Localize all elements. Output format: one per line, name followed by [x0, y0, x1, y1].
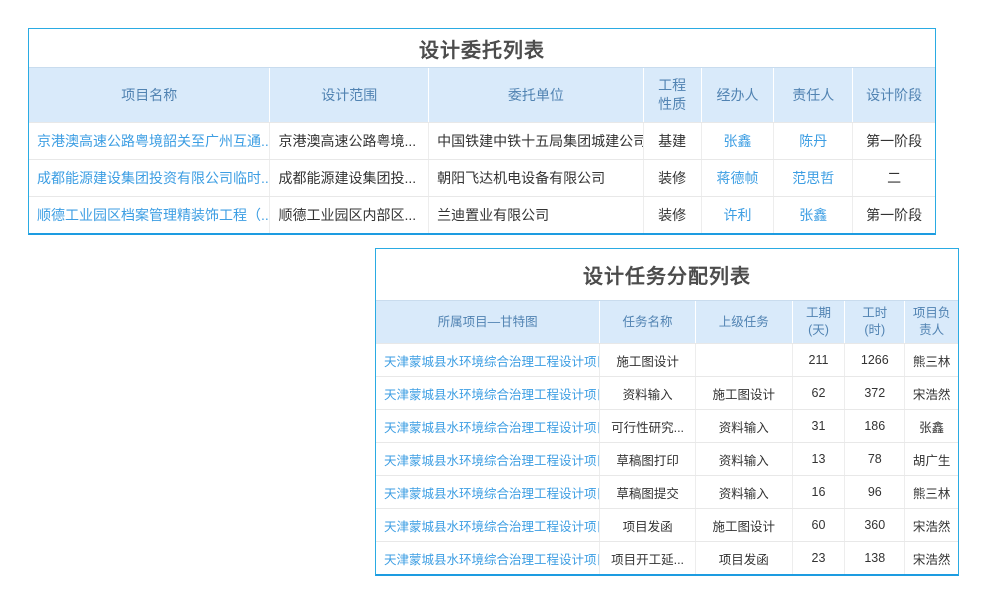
task-table-header: 所属项目—甘特图 任务名称 上级任务 工期 (天) 工时 (时) 项目负 责人 [376, 301, 958, 343]
project-owner-cell: 胡广生 [905, 443, 958, 475]
project-owner-cell: 宋浩然 [905, 509, 958, 541]
design-stage-cell: 第一阶段 [853, 123, 935, 159]
project-nature-cell: 装修 [644, 160, 702, 196]
commission-table-body: 京港澳高速公路粤境韶关至广州互通... 京港澳高速公路粤境... 中国铁建中铁十… [29, 122, 935, 233]
table-row: 天津蒙城县水环境综合治理工程设计项目 资料输入 施工图设计 62 372 宋浩然 [376, 376, 958, 409]
table-row: 天津蒙城县水环境综合治理工程设计项目 草稿图打印 资料输入 13 78 胡广生 [376, 442, 958, 475]
design-stage-cell: 二 [853, 160, 935, 196]
table-row: 成都能源建设集团投资有限公司临时... 成都能源建设集团投... 朝阳飞达机电设… [29, 159, 935, 196]
duration-days-cell: 31 [793, 410, 846, 442]
design-scope-cell: 京港澳高速公路粤境... [270, 123, 429, 159]
column-header-responsible: 责任人 [774, 68, 853, 122]
commission-table-title: 设计委托列表 [29, 29, 935, 68]
parent-project-link[interactable]: 天津蒙城县水环境综合治理工程设计项目 [376, 443, 600, 475]
handler-link[interactable]: 张鑫 [702, 123, 775, 159]
design-stage-cell: 第一阶段 [853, 197, 935, 233]
task-name-cell: 草稿图打印 [600, 443, 696, 475]
work-hours-cell: 78 [845, 443, 905, 475]
parent-project-link[interactable]: 天津蒙城县水环境综合治理工程设计项目 [376, 476, 600, 508]
work-hours-cell: 96 [845, 476, 905, 508]
design-task-assignment-table: 设计任务分配列表 所属项目—甘特图 任务名称 上级任务 工期 (天) 工时 (时… [375, 248, 959, 576]
table-row: 京港澳高速公路粤境韶关至广州互通... 京港澳高速公路粤境... 中国铁建中铁十… [29, 122, 935, 159]
task-name-cell: 草稿图提交 [600, 476, 696, 508]
project-name-link[interactable]: 顺德工业园区档案管理精装饰工程（... [29, 197, 270, 233]
column-header-project-name: 项目名称 [29, 68, 270, 122]
column-header-design-stage: 设计阶段 [853, 68, 935, 122]
project-nature-cell: 装修 [644, 197, 702, 233]
duration-days-cell: 16 [793, 476, 846, 508]
parent-project-link[interactable]: 天津蒙城县水环境综合治理工程设计项目 [376, 542, 600, 574]
work-hours-cell: 360 [845, 509, 905, 541]
parent-project-link[interactable]: 天津蒙城县水环境综合治理工程设计项目 [376, 377, 600, 409]
design-scope-cell: 成都能源建设集团投... [270, 160, 429, 196]
column-header-parent-project-gantt: 所属项目—甘特图 [376, 301, 600, 343]
task-name-cell: 可行性研究... [600, 410, 696, 442]
parent-project-link[interactable]: 天津蒙城县水环境综合治理工程设计项目 [376, 344, 600, 376]
task-table-title: 设计任务分配列表 [376, 249, 958, 301]
column-header-work-hours: 工时 (时) [845, 301, 905, 343]
column-header-design-scope: 设计范围 [270, 68, 429, 122]
responsible-link[interactable]: 陈丹 [774, 123, 853, 159]
table-row: 天津蒙城县水环境综合治理工程设计项目 草稿图提交 资料输入 16 96 熊三林 [376, 475, 958, 508]
column-header-project-owner: 项目负 责人 [905, 301, 958, 343]
project-owner-cell: 宋浩然 [905, 377, 958, 409]
commission-table-header: 项目名称 设计范围 委托单位 工程 性质 经办人 责任人 设计阶段 [29, 68, 935, 122]
task-name-cell: 项目开工延... [600, 542, 696, 574]
work-hours-cell: 1266 [845, 344, 905, 376]
work-hours-cell: 372 [845, 377, 905, 409]
design-scope-cell: 顺德工业园区内部区... [270, 197, 429, 233]
column-header-duration-days: 工期 (天) [793, 301, 846, 343]
column-header-task-name: 任务名称 [600, 301, 696, 343]
work-hours-cell: 138 [845, 542, 905, 574]
project-owner-cell: 宋浩然 [905, 542, 958, 574]
table-row: 天津蒙城县水环境综合治理工程设计项目 可行性研究... 资料输入 31 186 … [376, 409, 958, 442]
responsible-link[interactable]: 张鑫 [774, 197, 853, 233]
parent-task-cell: 施工图设计 [696, 377, 793, 409]
design-commission-table: 设计委托列表 项目名称 设计范围 委托单位 工程 性质 经办人 责任人 设计阶段… [28, 28, 936, 235]
parent-task-cell: 施工图设计 [696, 509, 793, 541]
duration-days-cell: 60 [793, 509, 846, 541]
task-name-cell: 资料输入 [600, 377, 696, 409]
responsible-link[interactable]: 范思哲 [774, 160, 853, 196]
parent-task-cell [696, 344, 793, 376]
project-owner-cell: 张鑫 [905, 410, 958, 442]
task-name-cell: 项目发函 [600, 509, 696, 541]
handler-link[interactable]: 蒋德帧 [702, 160, 775, 196]
parent-task-cell: 资料输入 [696, 410, 793, 442]
client-unit-cell: 朝阳飞达机电设备有限公司 [429, 160, 644, 196]
client-unit-cell: 中国铁建中铁十五局集团城建公司 [429, 123, 644, 159]
table-row: 天津蒙城县水环境综合治理工程设计项目 项目发函 施工图设计 60 360 宋浩然 [376, 508, 958, 541]
work-hours-cell: 186 [845, 410, 905, 442]
column-header-project-nature: 工程 性质 [644, 68, 702, 122]
duration-days-cell: 62 [793, 377, 846, 409]
task-name-cell: 施工图设计 [600, 344, 696, 376]
handler-link[interactable]: 许利 [702, 197, 775, 233]
column-header-parent-task: 上级任务 [696, 301, 793, 343]
project-name-link[interactable]: 成都能源建设集团投资有限公司临时... [29, 160, 270, 196]
column-header-handler: 经办人 [702, 68, 775, 122]
parent-project-link[interactable]: 天津蒙城县水环境综合治理工程设计项目 [376, 509, 600, 541]
project-name-link[interactable]: 京港澳高速公路粤境韶关至广州互通... [29, 123, 270, 159]
column-header-client-unit: 委托单位 [429, 68, 644, 122]
table-row: 天津蒙城县水环境综合治理工程设计项目 项目开工延... 项目发函 23 138 … [376, 541, 958, 574]
duration-days-cell: 13 [793, 443, 846, 475]
parent-task-cell: 资料输入 [696, 443, 793, 475]
project-owner-cell: 熊三林 [905, 344, 958, 376]
duration-days-cell: 211 [793, 344, 846, 376]
parent-task-cell: 项目发函 [696, 542, 793, 574]
project-nature-cell: 基建 [644, 123, 702, 159]
table-row: 顺德工业园区档案管理精装饰工程（... 顺德工业园区内部区... 兰迪置业有限公… [29, 196, 935, 233]
project-owner-cell: 熊三林 [905, 476, 958, 508]
duration-days-cell: 23 [793, 542, 846, 574]
client-unit-cell: 兰迪置业有限公司 [429, 197, 644, 233]
table-row: 天津蒙城县水环境综合治理工程设计项目 施工图设计 211 1266 熊三林 [376, 343, 958, 376]
parent-project-link[interactable]: 天津蒙城县水环境综合治理工程设计项目 [376, 410, 600, 442]
task-table-body: 天津蒙城县水环境综合治理工程设计项目 施工图设计 211 1266 熊三林 天津… [376, 343, 958, 574]
parent-task-cell: 资料输入 [696, 476, 793, 508]
